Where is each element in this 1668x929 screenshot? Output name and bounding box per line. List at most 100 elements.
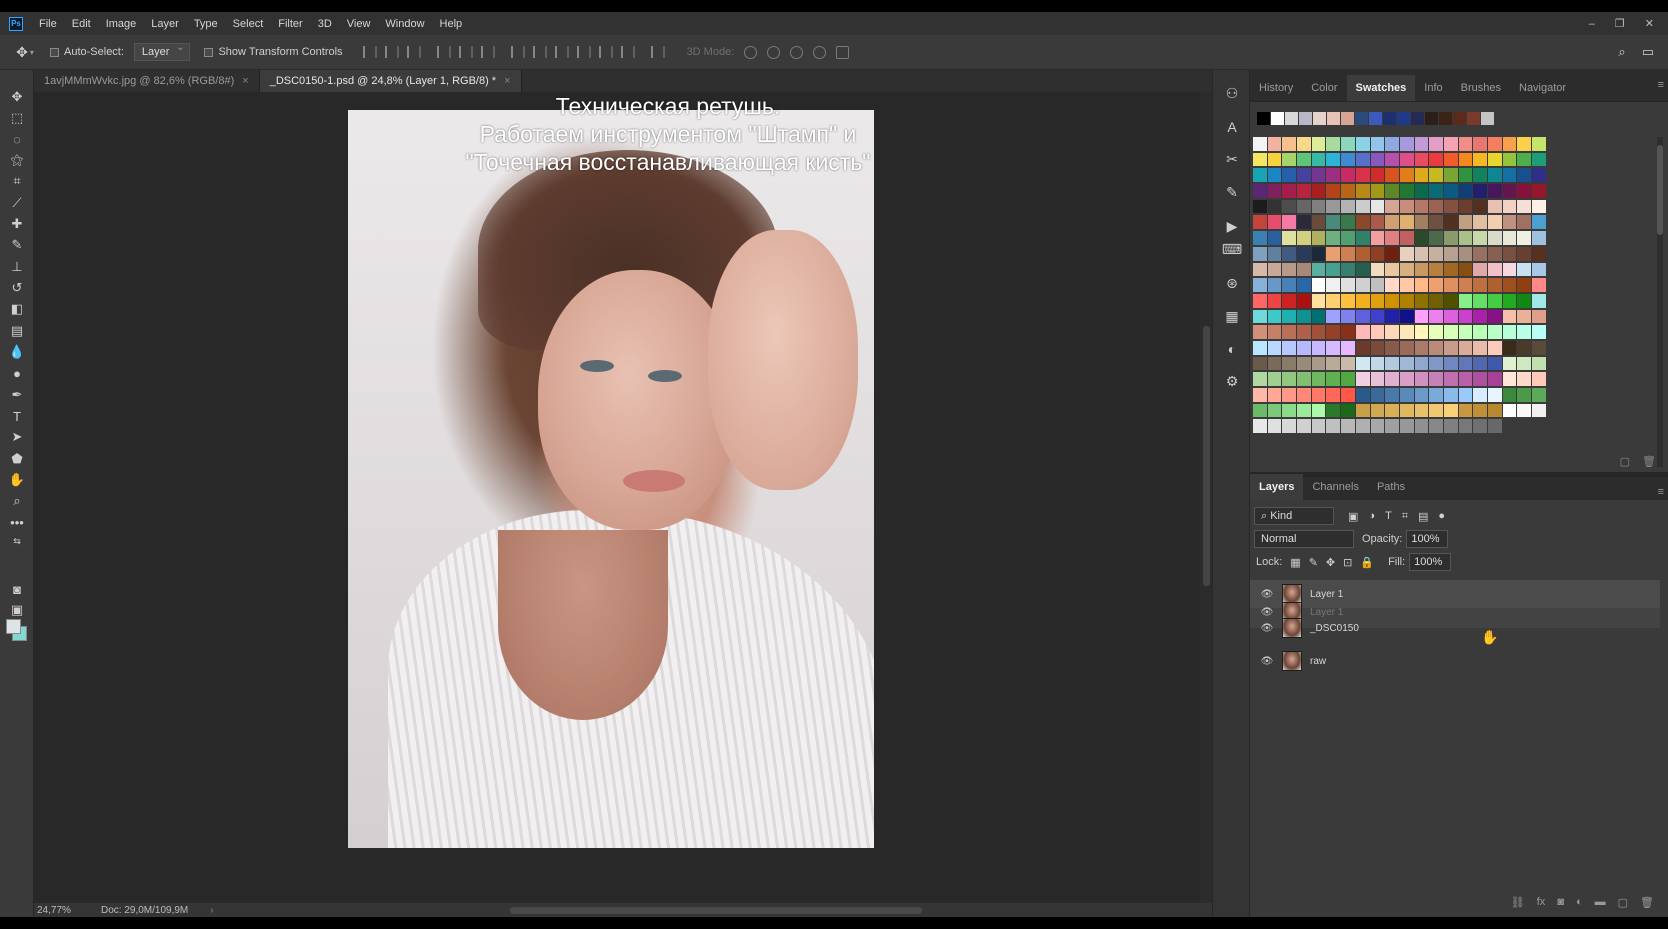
color-swatch[interactable]: [1326, 246, 1341, 261]
color-swatch[interactable]: [1385, 403, 1399, 418]
type-tool-icon[interactable]: T: [7, 407, 27, 425]
recent-swatch[interactable]: [1285, 112, 1298, 125]
color-swatch[interactable]: [1341, 168, 1355, 183]
color-swatch[interactable]: [1341, 262, 1355, 277]
foreground-color-swatch[interactable]: [6, 619, 21, 634]
color-swatch[interactable]: [1517, 325, 1532, 339]
align-bottom-icon[interactable]: [406, 46, 421, 58]
color-swatch[interactable]: [1532, 215, 1546, 230]
color-swatch[interactable]: [1429, 152, 1443, 167]
color-swatch[interactable]: [1385, 356, 1399, 371]
color-swatch[interactable]: [1341, 278, 1355, 292]
quick-mask-icon[interactable]: ◙: [7, 580, 27, 598]
color-swatch[interactable]: [1429, 325, 1443, 339]
color-swatch[interactable]: [1253, 293, 1267, 308]
color-swatch[interactable]: [1443, 246, 1458, 261]
tab-brushes[interactable]: Brushes: [1452, 75, 1510, 101]
add-mask-icon[interactable]: ◙: [1557, 896, 1564, 909]
color-swatch[interactable]: [1311, 168, 1326, 183]
color-swatch[interactable]: [1355, 199, 1370, 214]
color-swatch[interactable]: [1429, 388, 1443, 402]
color-swatch[interactable]: [1267, 137, 1282, 151]
color-swatch[interactable]: [1370, 262, 1385, 277]
color-swatch[interactable]: [1532, 152, 1546, 167]
color-swatch[interactable]: [1311, 231, 1326, 245]
filter-shape-icon[interactable]: ⌗: [1402, 510, 1408, 523]
color-swatch[interactable]: [1473, 199, 1487, 214]
color-swatch[interactable]: [1326, 152, 1341, 167]
color-swatch[interactable]: [1341, 340, 1355, 355]
color-swatch[interactable]: [1532, 137, 1546, 151]
color-swatch[interactable]: [1458, 246, 1473, 261]
color-swatch[interactable]: [1458, 356, 1473, 371]
color-swatch[interactable]: [1443, 293, 1458, 308]
color-swatch[interactable]: [1488, 137, 1502, 151]
color-swatch[interactable]: [1370, 152, 1385, 167]
color-swatch[interactable]: [1429, 168, 1443, 183]
color-swatch[interactable]: [1414, 388, 1429, 402]
color-swatch[interactable]: [1502, 262, 1517, 277]
color-swatch[interactable]: [1385, 388, 1399, 402]
color-swatch[interactable]: [1399, 419, 1414, 434]
color-swatch[interactable]: [1385, 325, 1399, 339]
color-swatch[interactable]: [1297, 372, 1311, 386]
clone-stamp-tool-icon[interactable]: ⊥: [7, 258, 27, 276]
color-swatch[interactable]: [1443, 356, 1458, 371]
color-swatch[interactable]: [1326, 262, 1341, 277]
more-tools-icon[interactable]: •••: [7, 513, 27, 531]
visibility-eye-icon[interactable]: 👁: [1258, 656, 1276, 667]
color-swatch[interactable]: [1311, 278, 1326, 292]
color-swatch[interactable]: [1532, 199, 1546, 214]
brush-settings-icon[interactable]: ✎: [1223, 183, 1241, 201]
auto-select-check-icon[interactable]: [50, 47, 59, 57]
color-swatch[interactable]: [1370, 340, 1385, 355]
distribute-hcenter-icon[interactable]: [598, 46, 613, 58]
swap-colors-icon[interactable]: ⇆: [7, 532, 27, 550]
color-swatch[interactable]: [1253, 199, 1267, 214]
color-swatch[interactable]: [1429, 356, 1443, 371]
color-swatch[interactable]: [1370, 278, 1385, 292]
color-swatch[interactable]: [1267, 419, 1282, 434]
color-swatch[interactable]: [1297, 246, 1311, 261]
color-swatch[interactable]: [1414, 231, 1429, 245]
color-swatch[interactable]: [1311, 137, 1326, 151]
color-swatch[interactable]: [1517, 199, 1532, 214]
menu-file[interactable]: File: [39, 18, 57, 30]
close-icon[interactable]: ✕: [1645, 17, 1654, 30]
recent-swatch[interactable]: [1327, 112, 1340, 125]
color-swatch[interactable]: [1355, 325, 1370, 339]
color-swatch[interactable]: [1532, 372, 1546, 386]
recent-swatch[interactable]: [1257, 112, 1270, 125]
color-swatch[interactable]: [1253, 356, 1267, 371]
color-swatch[interactable]: [1326, 278, 1341, 292]
color-swatch[interactable]: [1267, 199, 1282, 214]
color-swatch[interactable]: [1458, 231, 1473, 245]
color-swatch[interactable]: [1517, 231, 1532, 245]
color-swatch[interactable]: [1282, 340, 1297, 355]
color-swatch[interactable]: [1253, 168, 1267, 183]
3d-slide-icon[interactable]: [813, 45, 827, 59]
recent-swatch[interactable]: [1411, 112, 1424, 125]
recent-swatch[interactable]: [1439, 112, 1452, 125]
eraser-tool-icon[interactable]: ◧: [7, 300, 27, 318]
color-swatch[interactable]: [1429, 340, 1443, 355]
color-swatch[interactable]: [1370, 246, 1385, 261]
recent-swatch[interactable]: [1481, 112, 1494, 125]
color-swatch[interactable]: [1326, 419, 1341, 434]
color-swatch[interactable]: [1326, 168, 1341, 183]
distribute-top-icon[interactable]: [510, 46, 525, 58]
color-swatch[interactable]: [1385, 340, 1399, 355]
color-swatch[interactable]: [1399, 152, 1414, 167]
distribute-right-icon[interactable]: [620, 46, 635, 58]
color-swatch[interactable]: [1253, 278, 1267, 292]
color-swatch[interactable]: [1297, 152, 1311, 167]
color-swatch[interactable]: [1326, 293, 1341, 308]
character-panel-icon[interactable]: A: [1223, 118, 1241, 136]
color-swatch[interactable]: [1370, 356, 1385, 371]
tab-document-2[interactable]: _DSC0150-1.psd @ 24,8% (Layer 1, RGB/8) …: [259, 70, 522, 92]
align-left-icon[interactable]: [436, 46, 451, 58]
color-swatch[interactable]: [1385, 419, 1399, 434]
color-swatch[interactable]: [1399, 231, 1414, 245]
color-swatch[interactable]: [1385, 152, 1399, 167]
align-vcenter-icon[interactable]: [384, 46, 399, 58]
